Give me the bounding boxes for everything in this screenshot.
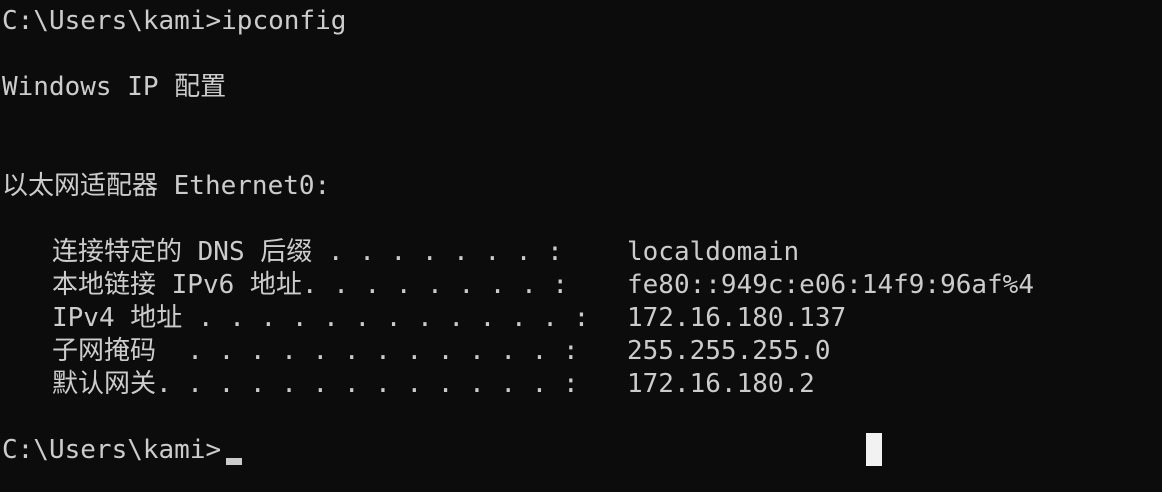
adapter-title: 以太网适配器 Ethernet0: bbox=[2, 171, 331, 201]
gateway-value: 172.16.180.2 bbox=[627, 369, 815, 399]
text-cursor bbox=[226, 458, 242, 465]
command-line: C:\Users\kami>ipconfig bbox=[2, 6, 347, 36]
ipv4-label: IPv4 地址 . . . . . . . . . . . . : bbox=[52, 303, 590, 333]
console-window[interactable]: C:\Users\kami>ipconfig Windows IP 配置 以太网… bbox=[0, 0, 1162, 492]
command-prompt[interactable]: C:\Users\kami> bbox=[2, 434, 221, 467]
subnet-mask-label: 子网掩码 . . . . . . . . . . . . : bbox=[52, 336, 579, 366]
dns-suffix-label: 连接特定的 DNS 后缀 . . . . . . . : bbox=[52, 237, 563, 267]
ipv4-value: 172.16.180.137 bbox=[627, 303, 847, 333]
ipv6-value: fe80::949c:e06:14f9:96af%4 bbox=[627, 270, 1034, 300]
dns-suffix-value: localdomain bbox=[627, 237, 800, 267]
ipconfig-header: Windows IP 配置 bbox=[2, 72, 227, 102]
ipv6-label: 本地链接 IPv6 地址. . . . . . . . : bbox=[52, 270, 569, 300]
gateway-label: 默认网关. . . . . . . . . . . . . : bbox=[52, 369, 579, 399]
subnet-mask-value: 255.255.255.0 bbox=[627, 336, 831, 366]
cursor-block bbox=[866, 433, 882, 466]
